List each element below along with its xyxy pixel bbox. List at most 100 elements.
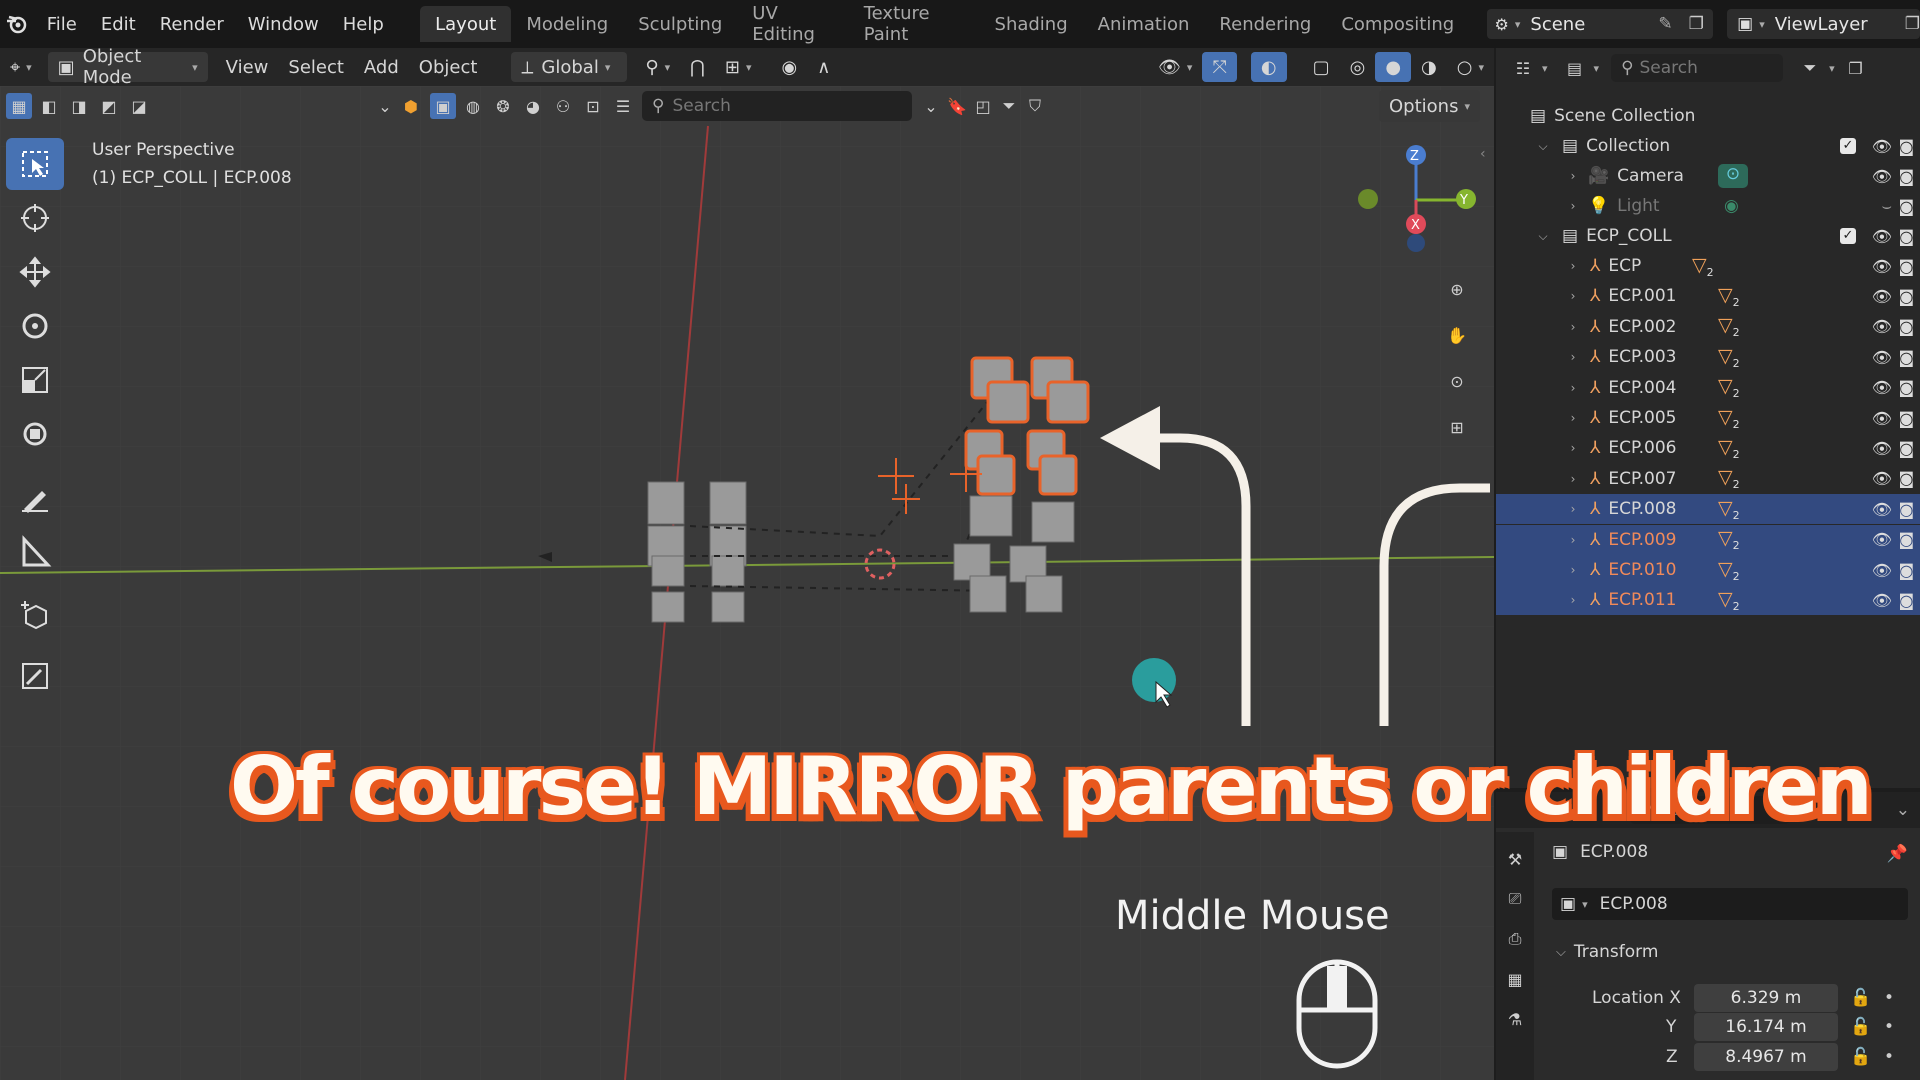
render-tab-icon[interactable]: ⎚	[1502, 886, 1528, 912]
camera-render-icon[interactable]: ◙	[1898, 287, 1914, 306]
camera-render-icon[interactable]: ◙	[1898, 317, 1914, 336]
solid-shading[interactable]: ●	[1375, 52, 1412, 82]
mesh-filter-icon[interactable]: ▣	[430, 93, 456, 119]
mesh-data-icon[interactable]: ▽2	[1718, 588, 1740, 613]
menu-add[interactable]: Add	[354, 52, 409, 82]
keyframe-dot-icon[interactable]: •	[1884, 1017, 1894, 1037]
tool-tab-icon[interactable]: ⚒	[1502, 846, 1528, 872]
camera-render-icon[interactable]: ◙	[1898, 439, 1914, 458]
outliner-row-ecp[interactable]: › ⅄ ECP ▽2 👁 ◙	[1496, 251, 1920, 281]
tab-rendering[interactable]: Rendering	[1204, 6, 1326, 42]
camera-render-icon[interactable]: ◙	[1898, 197, 1914, 216]
tab-animation[interactable]: Animation	[1083, 6, 1205, 42]
falloff-button[interactable]: ∧	[807, 52, 840, 82]
mesh-data-icon[interactable]: ▽2	[1718, 284, 1740, 309]
eye-closed-icon[interactable]: ⌣	[1881, 196, 1892, 216]
select-intersect-icon[interactable]: ◪	[126, 93, 152, 119]
eye-icon[interactable]: 👁	[1872, 500, 1892, 519]
snap-target-button[interactable]: ⊞ ▾	[715, 52, 762, 82]
keyframe-dot-icon[interactable]: •	[1884, 1047, 1894, 1067]
camera-render-icon[interactable]: ◙	[1898, 500, 1914, 519]
grid-view-icon[interactable]: ⊞	[1444, 404, 1470, 450]
eye-icon[interactable]: 👁	[1872, 439, 1892, 458]
menu-view[interactable]: View	[216, 52, 279, 82]
filter-icon[interactable]: ⏷	[996, 93, 1022, 119]
collapse-arrow-icon[interactable]: ›	[1566, 199, 1580, 213]
image-tool[interactable]	[6, 650, 64, 702]
outliner-row-ecp[interactable]: › ⅄ ECP.005 ▽2 👁 ◙	[1496, 403, 1920, 433]
camera-render-icon[interactable]: ◙	[1898, 530, 1914, 549]
rendered-shading[interactable]: ○ ▾	[1447, 52, 1494, 82]
eye-icon[interactable]: 👁	[1872, 137, 1892, 156]
mesh-data-icon[interactable]: ▽2	[1718, 527, 1740, 552]
proportional-edit-button[interactable]: ◉	[772, 52, 808, 82]
keyframe-dot-icon[interactable]: •	[1884, 988, 1894, 1008]
tab-compositing[interactable]: Compositing	[1326, 6, 1469, 42]
mesh-data-icon[interactable]: ▽2	[1718, 436, 1740, 461]
props-dropdown-icon[interactable]: ⌄	[1896, 800, 1910, 820]
wireframe-shading[interactable]: ◎	[1340, 52, 1376, 82]
viewport-search-input[interactable]: ⚲ Search	[642, 91, 912, 121]
lock-icon[interactable]: 🔓	[1850, 1017, 1871, 1037]
tab-modeling[interactable]: Modeling	[511, 6, 623, 42]
tab-layout[interactable]: Layout	[420, 6, 512, 42]
collapse-arrow-icon[interactable]: ›	[1566, 259, 1580, 273]
eye-icon[interactable]: 👁	[1872, 227, 1892, 246]
armature-filter-icon[interactable]: ⚇	[550, 93, 576, 119]
editor-type-button[interactable]: ⌖ ▾	[0, 52, 42, 82]
menu-window[interactable]: Window	[236, 0, 331, 48]
filter-type-icons[interactable]: ▣ ◍ ❂ ◕ ⚇ ⊡ ☰	[430, 93, 636, 119]
view-layer-selector[interactable]: ▣ ▾ ViewLayer ❐	[1727, 9, 1920, 39]
new-collection-icon[interactable]: ❐	[1843, 55, 1869, 81]
camera-render-icon[interactable]: ◙	[1898, 591, 1914, 610]
scale-tool[interactable]	[6, 354, 64, 406]
eye-icon[interactable]: 👁	[1872, 530, 1892, 549]
mode-selector[interactable]: ▣ Object Mode ▾	[47, 46, 208, 88]
collapse-arrow-icon[interactable]: ›	[1566, 320, 1580, 334]
collapse-arrow-icon[interactable]: ›	[1566, 472, 1580, 486]
collapse-arrow-icon[interactable]: ›	[1566, 289, 1580, 303]
tab-sculpting[interactable]: Sculpting	[623, 6, 737, 42]
tab-texture-paint[interactable]: Texture Paint	[849, 3, 980, 45]
pin-icon[interactable]: 📌	[1887, 844, 1908, 864]
snap-button[interactable]: ⋂	[680, 52, 715, 82]
collapse-arrow-icon[interactable]: ›	[1566, 441, 1580, 455]
outliner-row-collection[interactable]: ⌵ ▤ Collection ✓ 👁 ◙	[1496, 131, 1920, 161]
annotate-tool[interactable]	[6, 472, 64, 524]
pivot-button[interactable]: ⚲ ▾	[635, 52, 680, 82]
transform-tool[interactable]	[6, 408, 64, 460]
light-filter-icon[interactable]: ❂	[490, 93, 516, 119]
menu-help[interactable]: Help	[331, 0, 396, 48]
menu-render[interactable]: Render	[148, 0, 236, 48]
location-x-field[interactable]: 6.329 m	[1694, 984, 1838, 1012]
gizmo-toggle[interactable]: ⤧	[1202, 52, 1237, 82]
outliner-row-ecp[interactable]: › ⅄ ECP.008 ▽2 👁 ◙	[1496, 494, 1920, 525]
zoom-icon[interactable]: ⊕	[1444, 266, 1470, 312]
scene-selector[interactable]: ⚙ ▾ Scene ✎ ❐	[1486, 9, 1714, 39]
eye-icon[interactable]: 👁	[1872, 409, 1892, 428]
lock-icon[interactable]: 🔓	[1850, 1047, 1871, 1067]
eye-icon[interactable]: 👁	[1872, 378, 1892, 397]
mesh-data-icon[interactable]: ▽2	[1718, 497, 1740, 522]
object-color-icon[interactable]: ⬢	[398, 93, 424, 119]
scene-tab-icon[interactable]: ⚗	[1502, 1006, 1528, 1032]
add-cube-tool[interactable]	[6, 590, 64, 642]
display-mode-icon[interactable]: ▤	[1562, 55, 1588, 81]
move-tool[interactable]	[6, 246, 64, 298]
menu-edit[interactable]: Edit	[89, 0, 148, 48]
xray-toggle[interactable]: ▢	[1303, 52, 1340, 82]
layout-icon[interactable]: ◰	[970, 93, 996, 119]
mesh-data-icon[interactable]: ▽2	[1692, 254, 1714, 279]
expand-arrow-icon[interactable]: ⌵	[1536, 229, 1550, 244]
collapse-arrow-icon[interactable]: ›	[1566, 411, 1580, 425]
mesh-data-icon[interactable]: ▽2	[1718, 375, 1740, 400]
eye-icon[interactable]: 👁	[1872, 591, 1892, 610]
select-invert-icon[interactable]: ◩	[96, 93, 122, 119]
options-button[interactable]: Options ▾	[1379, 90, 1480, 122]
output-tab-icon[interactable]: ⎙	[1502, 926, 1528, 952]
eye-icon[interactable]: 👁	[1872, 167, 1892, 186]
eye-icon[interactable]: 👁	[1872, 257, 1892, 276]
eye-icon[interactable]: 👁	[1872, 348, 1892, 367]
menu-file[interactable]: File	[35, 0, 89, 48]
camera-render-icon[interactable]: ◙	[1898, 257, 1914, 276]
